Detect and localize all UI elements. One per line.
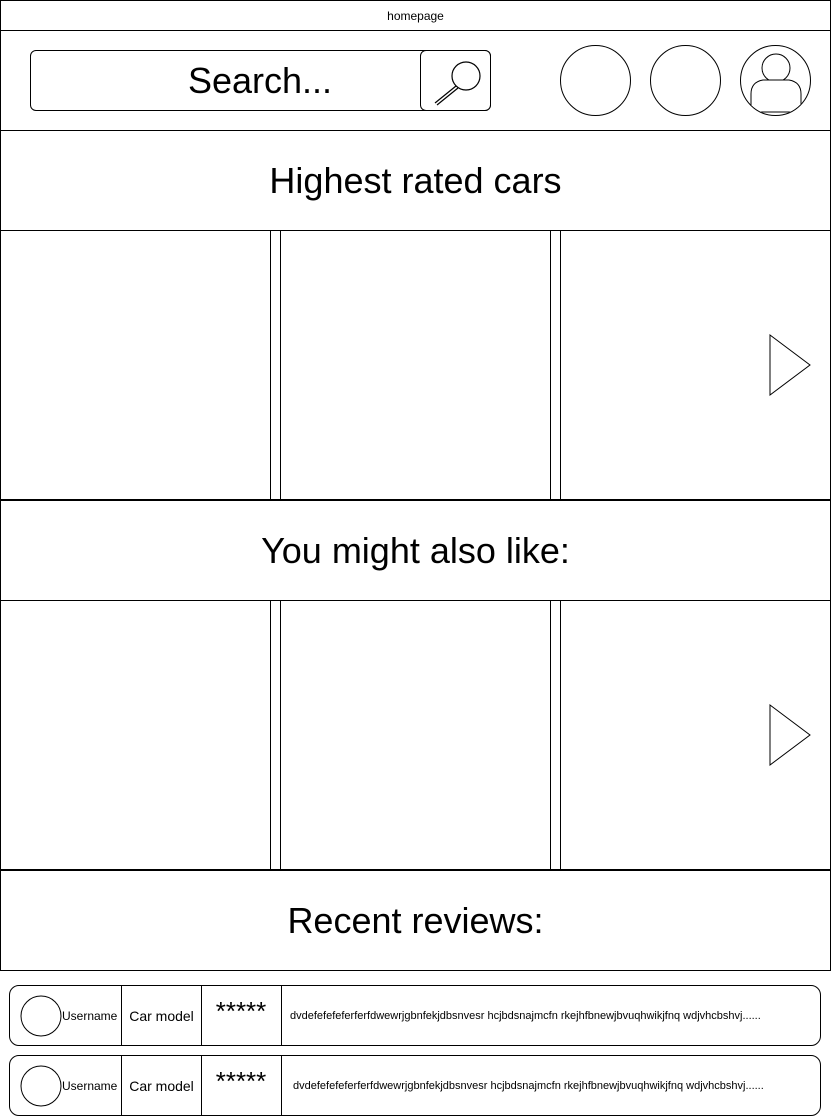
section-title-recommended: You might also like: (261, 529, 570, 571)
review-text: dvdefefefeferferfdwewrjgbnfekjdbsnvesr h… (293, 1079, 764, 1092)
review-rating: ***** (201, 1056, 282, 1115)
review-rating: ***** (201, 986, 282, 1045)
avatar (20, 1065, 62, 1106)
avatar (20, 995, 62, 1036)
car-card[interactable] (0, 230, 271, 500)
window-title-bar: homepage (0, 0, 831, 31)
search-button[interactable] (420, 50, 491, 111)
profile-icon (750, 53, 802, 113)
car-card[interactable] (280, 230, 551, 500)
next-arrow-icon[interactable] (768, 333, 814, 398)
review-row[interactable]: Username Car model ***** dvdefefefeferfe… (9, 985, 821, 1046)
review-user: Username (10, 986, 122, 1045)
window-title: homepage (387, 8, 444, 23)
review-text: dvdefefefeferferfdwewrjgbnfekjdbsnvesr h… (290, 1009, 761, 1022)
recent-reviews-heading: Recent reviews: (0, 870, 831, 971)
review-user: Username (10, 1056, 122, 1115)
search-icon (434, 61, 481, 106)
next-arrow-icon[interactable] (768, 703, 814, 768)
highest-rated-heading: Highest rated cars (0, 130, 831, 231)
car-card[interactable] (0, 600, 271, 870)
review-car-model[interactable]: Car model (121, 1056, 202, 1115)
section-title-recent-reviews: Recent reviews: (287, 899, 544, 941)
review-username[interactable]: Username (62, 1009, 117, 1023)
car-card[interactable] (280, 600, 551, 870)
nav-circle-button-2[interactable] (650, 45, 721, 116)
review-row[interactable]: Username Car model ***** dvdefefefeferfe… (9, 1055, 821, 1116)
recommended-heading: You might also like: (0, 500, 831, 601)
section-title-highest-rated: Highest rated cars (269, 159, 562, 201)
profile-button[interactable] (740, 45, 811, 116)
review-username[interactable]: Username (62, 1079, 117, 1093)
review-car-model[interactable]: Car model (121, 986, 202, 1045)
nav-circle-button-1[interactable] (560, 45, 631, 116)
